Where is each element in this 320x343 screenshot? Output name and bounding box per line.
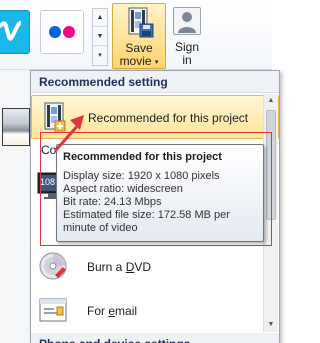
annotation-arrow-icon [54, 115, 84, 152]
